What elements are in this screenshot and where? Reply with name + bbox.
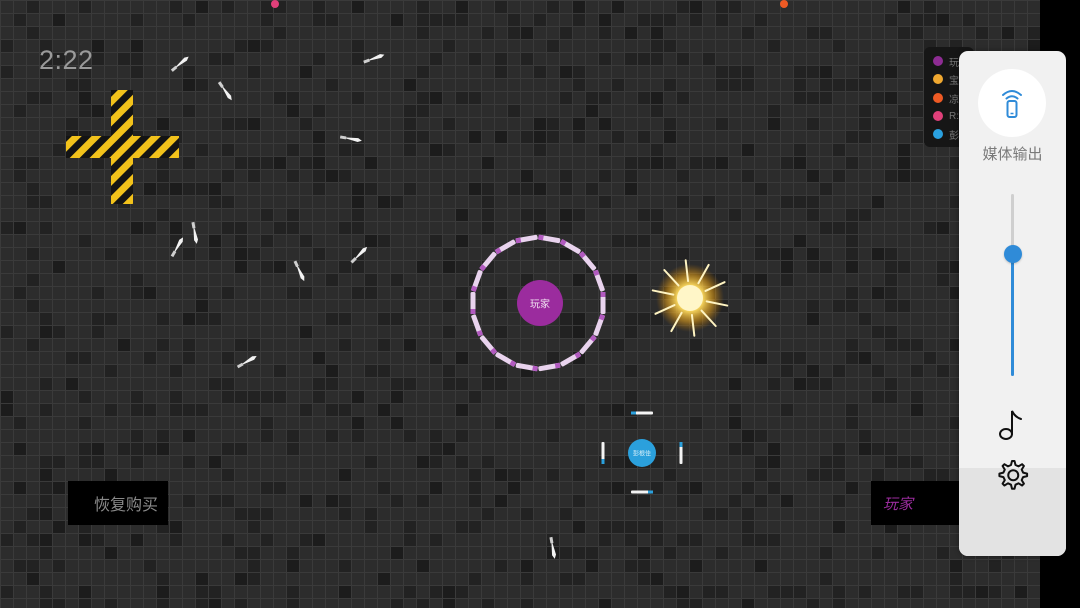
player-color-dot <box>933 56 943 66</box>
ring-knife <box>600 292 606 314</box>
panel-footer <box>959 460 1066 556</box>
leaderboard-row: 彭 <box>933 126 959 142</box>
player-color-dot <box>933 93 943 103</box>
sun-powerup[interactable] <box>651 259 729 337</box>
leaderboard-name: 宝 <box>949 75 959 87</box>
media-control-panel: 媒体输出 <box>959 51 1066 556</box>
volume-slider-thumb[interactable] <box>1003 245 1022 264</box>
game-arena[interactable]: 玩家 彭根佳 2:22 恢复购买 玩家 玩 宝 凉 R: 彭 <box>0 0 1040 608</box>
enemy-knife <box>679 442 683 464</box>
gear-icon[interactable] <box>995 458 1029 492</box>
leaderboard-row: R: <box>933 108 959 124</box>
ring-knife <box>495 352 517 367</box>
ring-knife <box>470 292 476 314</box>
phone-cast-icon <box>1002 90 1022 118</box>
loose-knife <box>191 221 199 244</box>
ring-knife <box>538 234 561 244</box>
leaderboard-name: R: <box>949 110 959 122</box>
ring-knife <box>479 335 498 355</box>
leaderboard-row: 宝 <box>933 71 959 87</box>
leaderboard-row: 玩 <box>933 53 959 69</box>
ring-knife <box>494 239 516 255</box>
loose-knife <box>363 54 385 64</box>
player-color-dot <box>933 74 943 84</box>
ring-knife <box>593 314 606 337</box>
media-output-button[interactable] <box>978 69 1046 137</box>
volume-slider-fill <box>1011 254 1014 376</box>
leaderboard-name: 凉 <box>949 94 959 106</box>
enemy-knife <box>631 490 653 494</box>
volume-slider[interactable] <box>1003 194 1022 376</box>
enemy-orb-label: 彭根佳 <box>632 451 652 458</box>
player-color-dot <box>933 129 943 139</box>
match-timer: 2:22 <box>39 45 94 75</box>
music-note-icon[interactable] <box>997 406 1027 442</box>
ring-knife <box>515 234 538 244</box>
edge-marker-orange <box>780 0 788 8</box>
loose-knife <box>217 81 232 101</box>
enemy-knife <box>631 411 653 415</box>
leaderboard-name: 玩 <box>949 57 959 69</box>
leaderboard-name: 彭 <box>949 130 959 142</box>
player-orb-label: 玩家 <box>530 299 550 311</box>
player-color-dot <box>933 111 943 121</box>
leaderboard-row: 凉 <box>933 90 959 106</box>
loose-knife <box>236 356 257 369</box>
enemy-knife <box>601 442 605 464</box>
restore-purchase-button[interactable]: 恢复购买 <box>68 481 168 525</box>
media-output-label: 媒体输出 <box>982 146 1043 163</box>
ring-knife <box>471 314 484 337</box>
edge-marker-pink <box>271 0 279 8</box>
player-name-tag[interactable]: 玩家 <box>871 481 966 525</box>
